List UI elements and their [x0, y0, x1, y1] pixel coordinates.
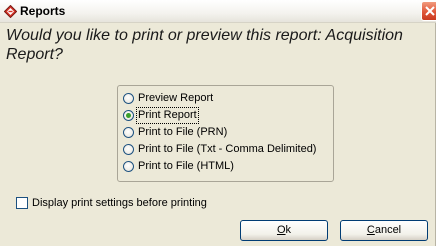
reports-diamond-icon: [4, 5, 17, 18]
option-label: Print to File (HTML): [138, 160, 234, 172]
option-label: Print to File (Txt - Comma Delimited): [138, 143, 317, 155]
ok-button[interactable]: Ok: [240, 220, 328, 241]
close-button[interactable]: [421, 1, 436, 21]
option-print-report[interactable]: Print Report: [123, 107, 333, 124]
window-title: Reports: [20, 4, 66, 18]
output-options-group: Preview Report Print Report Print to Fil…: [117, 85, 334, 182]
close-icon: [425, 6, 435, 16]
option-print-to-file-prn[interactable]: Print to File (PRN): [123, 125, 333, 141]
print-to-file-prn-radio[interactable]: [123, 127, 134, 138]
option-print-to-file-txt[interactable]: Print to File (Txt - Comma Delimited): [123, 142, 333, 158]
preview-report-radio[interactable]: [123, 93, 134, 104]
cancel-button-label: Cancel: [366, 224, 402, 236]
print-to-file-txt-radio[interactable]: [123, 144, 134, 155]
option-label: Preview Report: [138, 92, 214, 104]
display-print-settings-checkbox[interactable]: [16, 197, 28, 209]
display-print-settings-label: Display print settings before printing: [32, 197, 207, 209]
option-preview-report[interactable]: Preview Report: [123, 91, 333, 107]
reports-dialog: Reports Would you like to print or previ…: [0, 0, 436, 246]
print-preview-question: Would you like to print or preview this …: [6, 27, 403, 63]
cancel-button[interactable]: Cancel: [340, 220, 428, 241]
display-print-settings-row[interactable]: Display print settings before printing: [16, 196, 316, 211]
print-report-radio[interactable]: [123, 110, 134, 121]
title-bar[interactable]: Reports: [0, 0, 436, 23]
option-print-to-file-html[interactable]: Print to File (HTML): [123, 159, 333, 175]
print-to-file-html-radio[interactable]: [123, 161, 134, 172]
option-label: Print Report: [136, 107, 199, 124]
option-label: Print to File (PRN): [138, 126, 228, 138]
ok-button-label: Ok: [276, 224, 292, 236]
